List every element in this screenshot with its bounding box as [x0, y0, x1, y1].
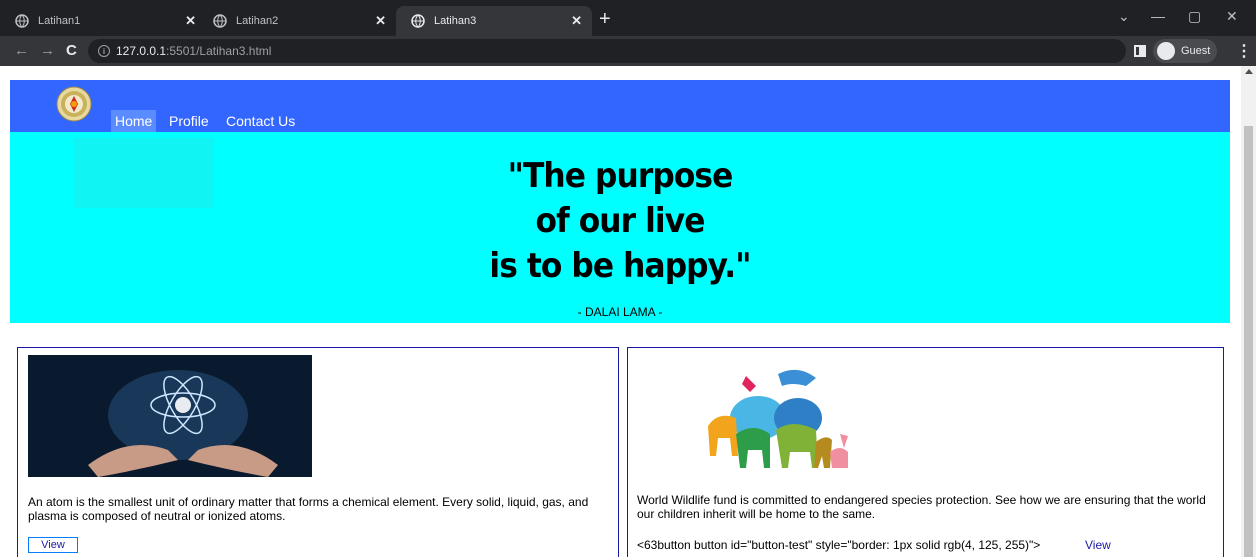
animals-image — [708, 369, 848, 468]
back-arrow-icon[interactable]: ← — [14, 42, 29, 59]
atom-card: An atom is the smallest unit of ordinary… — [17, 347, 619, 557]
address-bar[interactable]: i 127.0.0.1:5501/Latihan3.html — [88, 39, 1126, 63]
page-viewport: Home Profile Contact Us "The purpose of … — [0, 66, 1256, 557]
nav-contact-link[interactable]: Contact Us — [222, 110, 299, 132]
tab-title: Latihan1 — [38, 15, 81, 27]
scroll-up-arrow-icon[interactable] — [1245, 69, 1253, 74]
url-path: :5501/Latihan3.html — [166, 44, 272, 58]
side-panel-icon[interactable] — [1134, 45, 1146, 57]
hero-banner: "The purpose of our live is to be happy.… — [10, 132, 1230, 323]
atom-image — [28, 355, 312, 477]
forward-arrow-icon[interactable]: → — [40, 42, 55, 59]
tab-strip: Latihan1 ✕ Latihan2 ✕ Latihan3 ✕ + ⌄ — ▢… — [0, 0, 1256, 36]
code-snippet-text: <63button button id="button-test" style=… — [637, 538, 1041, 552]
globe-icon — [213, 14, 227, 28]
reload-icon[interactable]: C — [66, 42, 77, 59]
avatar-icon — [1157, 42, 1175, 60]
new-tab-button[interactable]: + — [599, 9, 611, 29]
scrollbar-thumb[interactable] — [1244, 126, 1253, 557]
quote-author: - DALAI LAMA - — [577, 305, 663, 319]
view-link[interactable]: View — [1085, 538, 1111, 552]
vertical-scrollbar[interactable] — [1241, 66, 1256, 557]
maximize-icon[interactable]: ▢ — [1188, 8, 1201, 25]
tab-title: Latihan2 — [236, 15, 279, 27]
wildlife-description: World Wildlife fund is committed to enda… — [637, 493, 1206, 521]
nav-home-link[interactable]: Home — [111, 110, 157, 132]
nav-profile-link[interactable]: Profile — [165, 110, 213, 132]
logo — [56, 86, 92, 122]
atom-description: An atom is the smallest unit of ordinary… — [28, 495, 589, 523]
profile-button[interactable]: Guest — [1153, 39, 1217, 63]
quote-line: is to be happy." — [489, 246, 751, 286]
quote-line: "The purpose — [507, 156, 734, 196]
close-tab-icon[interactable]: ✕ — [185, 13, 196, 29]
tab-latihan3[interactable]: Latihan3 ✕ — [396, 6, 592, 36]
browser-toolbar: ← → C i 127.0.0.1:5501/Latihan3.html Gue… — [0, 36, 1256, 66]
url-host: 127.0.0.1 — [116, 44, 167, 58]
quote-line: of our live — [535, 201, 706, 241]
close-tab-icon[interactable]: ✕ — [375, 13, 386, 29]
globe-icon — [15, 14, 29, 28]
profile-label: Guest — [1181, 45, 1211, 57]
hero-quote: "The purpose of our live is to be happy.… — [59, 154, 1181, 289]
view-button[interactable]: View — [28, 537, 78, 553]
minimize-icon[interactable]: — — [1151, 8, 1165, 24]
globe-icon — [411, 14, 425, 28]
tab-latihan2[interactable]: Latihan2 ✕ — [198, 6, 396, 36]
info-icon[interactable]: i — [98, 45, 110, 57]
tab-latihan1[interactable]: Latihan1 ✕ — [0, 6, 206, 36]
wildlife-card: World Wildlife fund is committed to enda… — [627, 347, 1224, 557]
tab-title: Latihan3 — [434, 15, 477, 27]
site-navbar: Home Profile Contact Us — [10, 80, 1230, 132]
close-window-icon[interactable]: ✕ — [1226, 8, 1238, 25]
close-tab-icon[interactable]: ✕ — [571, 13, 582, 29]
tab-search-icon[interactable]: ⌄ — [1118, 8, 1130, 25]
menu-dots-icon[interactable]: ⋮ — [1236, 41, 1252, 61]
